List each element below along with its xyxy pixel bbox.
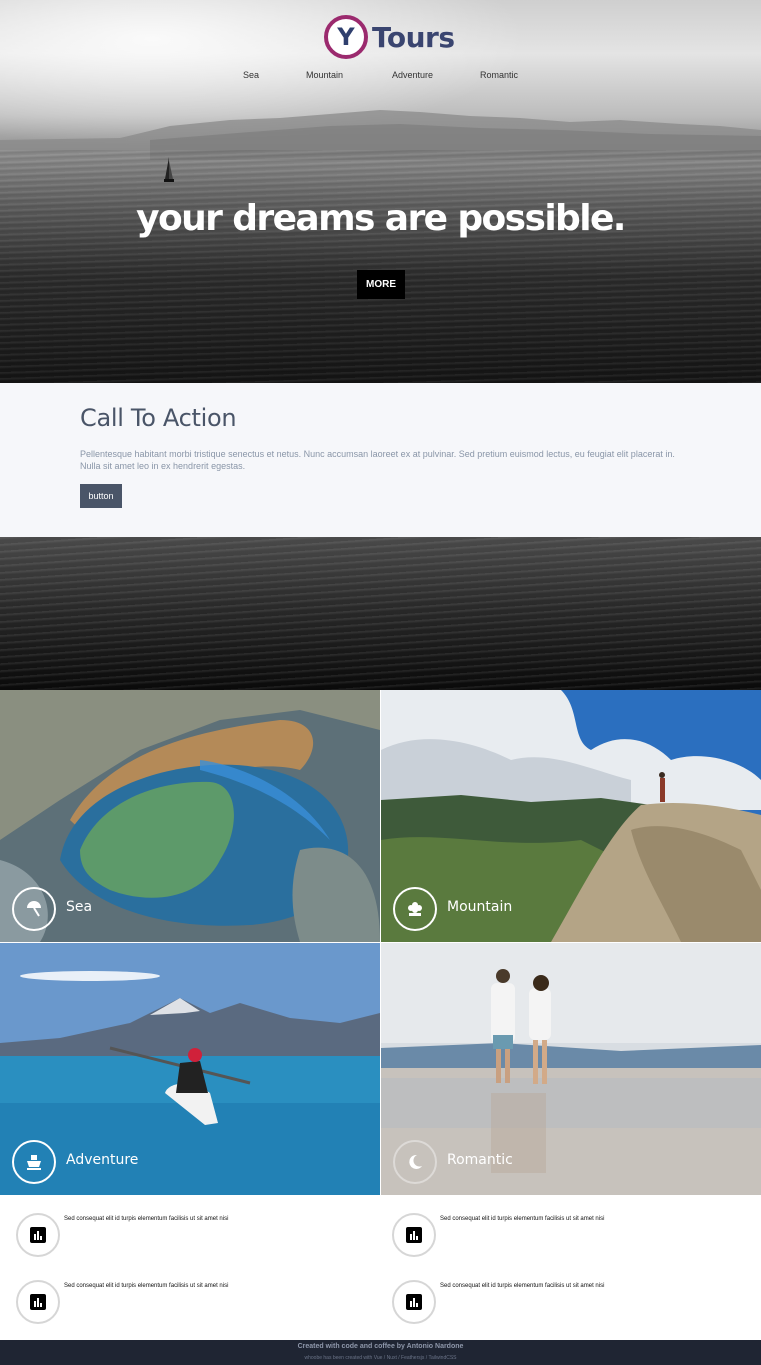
ship-icon [12,1140,56,1184]
brand-logo[interactable]: Y Tours [324,12,455,62]
feature-text: Sed consequat elit id turpis elementum f… [64,1216,229,1222]
bar-chart-icon [392,1280,436,1324]
bar-chart-icon [16,1280,60,1324]
umbrella-icon [12,887,56,931]
tile-adventure[interactable]: Adventure [0,943,380,1195]
nav-link-mountain[interactable]: Mountain [306,70,343,80]
tile-label-sea: Sea [66,899,93,915]
cta-title: Call To Action [80,404,237,432]
logo-mark: Y [324,15,368,59]
feature-item: Sed consequat elit id turpis elementum f… [16,1213,346,1263]
hero-headline: your dreams are possible. [136,198,626,239]
cta-button[interactable]: button [80,484,122,508]
more-button[interactable]: MORE [357,270,405,299]
feature-item: Sed consequat elit id turpis elementum f… [392,1280,722,1330]
feature-text: Sed consequat elit id turpis elementum f… [64,1283,229,1289]
sea-cove-image [0,690,380,942]
tile-label-adventure: Adventure [66,1152,139,1168]
sea-surface [0,150,761,383]
brand-name: Tours [372,20,455,54]
mountain-summit-image [381,690,761,942]
tile-mountain[interactable]: Mountain [381,690,761,942]
footer-credit: Created with code and coffee by Antonio … [297,1343,464,1350]
tile-romantic[interactable]: Romantic [381,943,761,1195]
footer-tech-note: whoobe has been created with Vue / Nuxt … [304,1355,457,1361]
couple-beach-image [381,943,761,1195]
call-to-action-section: Call To Action Pellentesque habitant mor… [0,383,761,537]
feature-item: Sed consequat elit id turpis elementum f… [16,1280,346,1330]
cta-text: Pellentesque habitant morbi tristique se… [80,449,675,471]
bar-chart-icon [392,1213,436,1257]
tile-label-mountain: Mountain [447,899,513,915]
hero-section: Y Tours Sea Mountain Adventure Romantic … [0,0,761,383]
moon-icon [393,1140,437,1184]
site-footer: Created with code and coffee by Antonio … [0,1340,761,1365]
feature-text: Sed consequat elit id turpis elementum f… [440,1216,605,1222]
main-nav: Sea Mountain Adventure Romantic [0,70,761,84]
bar-chart-icon [16,1213,60,1257]
nav-link-adventure[interactable]: Adventure [392,70,433,80]
feature-text: Sed consequat elit id turpis elementum f… [440,1283,605,1289]
flower-icon [393,887,437,931]
tile-label-romantic: Romantic [447,1152,513,1168]
feature-item: Sed consequat elit id turpis elementum f… [392,1213,722,1263]
water-banner-image [0,537,761,690]
sailboat-image [164,157,174,182]
kayak-lake-image [0,943,380,1195]
tile-sea[interactable]: Sea [0,690,380,942]
nav-link-sea[interactable]: Sea [243,70,259,80]
nav-link-romantic[interactable]: Romantic [480,70,518,80]
